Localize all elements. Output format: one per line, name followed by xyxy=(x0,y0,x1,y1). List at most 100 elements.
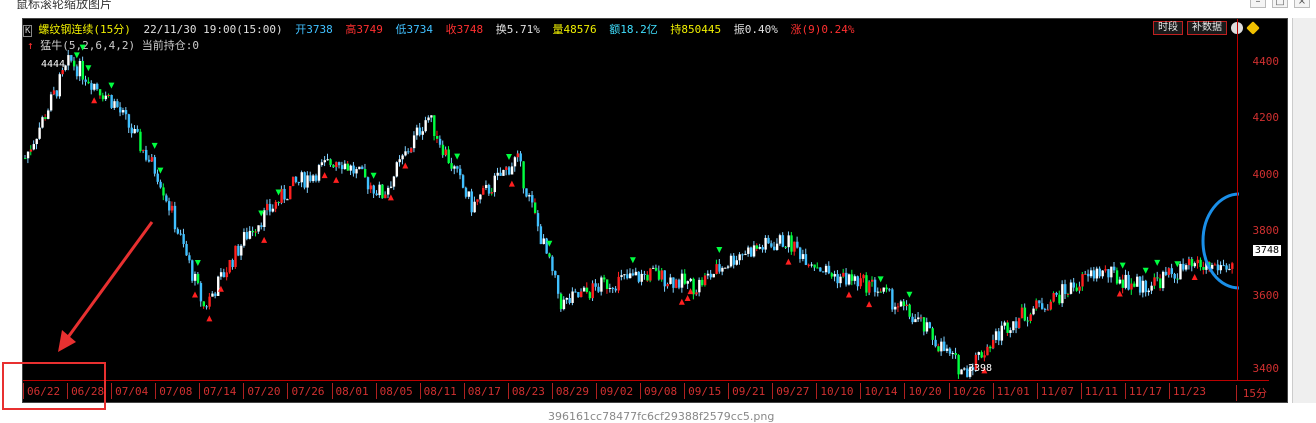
price-candle xyxy=(1228,268,1231,270)
date-label: 07/14 xyxy=(203,385,237,398)
price-candle xyxy=(441,144,445,156)
minimize-icon[interactable]: – xyxy=(1250,0,1266,8)
y-tick-label: 3400 xyxy=(1252,362,1280,375)
price-candle xyxy=(317,165,321,181)
price-candle xyxy=(983,355,986,358)
high-price-marker: 4444 xyxy=(41,59,65,70)
price-candle xyxy=(677,279,681,288)
price-candle xyxy=(1072,282,1076,288)
price-candle xyxy=(1202,267,1205,270)
price-candle xyxy=(467,191,471,197)
y-tick-label: 4200 xyxy=(1252,111,1280,124)
price-candle xyxy=(433,115,436,136)
price-candle xyxy=(78,60,82,77)
price-candle xyxy=(1040,303,1044,309)
price-candle xyxy=(473,201,476,213)
price-candle xyxy=(689,278,692,282)
signal-arrow xyxy=(151,142,158,149)
price-candle xyxy=(554,270,557,276)
price-candle xyxy=(827,265,831,274)
price-candle xyxy=(669,277,672,284)
price-candle xyxy=(559,293,563,310)
price-candle xyxy=(153,157,157,174)
date-label: 09/27 xyxy=(776,385,810,398)
price-candle xyxy=(260,225,263,227)
price-candle xyxy=(1113,266,1116,271)
price-candle xyxy=(193,273,197,281)
price-candle xyxy=(35,138,38,145)
price-candle xyxy=(67,55,70,66)
price-candle xyxy=(675,279,678,288)
time-axis[interactable]: 15分 06/22 06/28 07/04 07/08 07/14 07/20 07/26 0… xyxy=(23,380,1269,402)
price-candle xyxy=(343,163,347,170)
price-candle xyxy=(787,235,790,248)
price-candle xyxy=(266,203,269,211)
price-candle xyxy=(516,153,520,158)
price-candle xyxy=(1058,294,1061,304)
price-candle xyxy=(833,274,836,277)
price-candle xyxy=(1104,269,1107,271)
price-candle xyxy=(522,161,525,189)
price-candle xyxy=(842,272,845,277)
price-candle xyxy=(1032,308,1035,315)
price-candle xyxy=(980,352,983,358)
price-candle xyxy=(127,114,131,128)
price-candle xyxy=(502,169,505,176)
window-title: 鼠标滚轮缩放图片 xyxy=(16,0,113,11)
signal-arrow xyxy=(73,52,80,59)
price-candle xyxy=(81,60,85,80)
price-candle xyxy=(888,289,891,291)
price-candle xyxy=(245,232,249,239)
date-separator xyxy=(199,383,201,399)
price-candle xyxy=(945,348,949,351)
price-candle xyxy=(1121,279,1125,288)
price-candle xyxy=(931,328,934,340)
vertical-scrollbar[interactable] xyxy=(1292,18,1316,403)
signal-arrow xyxy=(333,176,340,183)
price-candle xyxy=(358,166,361,170)
price-candle xyxy=(1061,284,1064,304)
date-separator xyxy=(1036,383,1038,399)
price-candle xyxy=(139,131,142,151)
price-candle xyxy=(510,166,514,175)
price-candle xyxy=(1052,292,1055,302)
price-candle xyxy=(286,199,289,201)
price-candle xyxy=(306,175,309,188)
period-label[interactable]: 15分 xyxy=(1235,385,1267,401)
price-candle xyxy=(666,283,669,287)
price-candle xyxy=(1026,320,1029,322)
kline-chart[interactable]: K 螺纹钢连续(15分) 22/11/30 19:00(15:00) 开3738 … xyxy=(22,18,1288,403)
price-candle xyxy=(381,184,384,199)
price-candle xyxy=(309,175,312,182)
price-candle xyxy=(1000,325,1004,341)
price-candle xyxy=(61,70,64,75)
price-candle xyxy=(1046,309,1050,311)
price-candle xyxy=(107,94,110,96)
price-candle xyxy=(1003,322,1006,326)
price-candle xyxy=(922,317,926,332)
price-candle xyxy=(568,297,571,303)
signal-arrow xyxy=(206,315,213,322)
price-candle xyxy=(119,107,122,113)
date-separator xyxy=(904,383,906,399)
date-separator xyxy=(419,383,421,399)
price-candle xyxy=(894,306,897,310)
price-candle xyxy=(453,166,456,169)
date-separator xyxy=(595,383,597,399)
price-candle xyxy=(1170,268,1174,274)
price-candle xyxy=(263,210,266,227)
image-caption: 396161cc78477fc6cf29388f2579cc5.png xyxy=(548,410,775,423)
date-separator xyxy=(684,383,686,399)
price-candle xyxy=(1118,279,1122,284)
price-candle xyxy=(755,245,759,249)
price-candle xyxy=(623,274,626,276)
price-candle xyxy=(847,274,851,285)
price-candle xyxy=(1133,283,1136,287)
maximize-icon[interactable]: □ xyxy=(1272,0,1288,8)
price-candle xyxy=(398,159,401,163)
price-candle xyxy=(170,205,174,211)
close-icon[interactable]: × xyxy=(1294,0,1310,8)
signal-arrow xyxy=(157,167,164,174)
price-candle xyxy=(459,168,462,176)
price-candle xyxy=(770,243,773,247)
